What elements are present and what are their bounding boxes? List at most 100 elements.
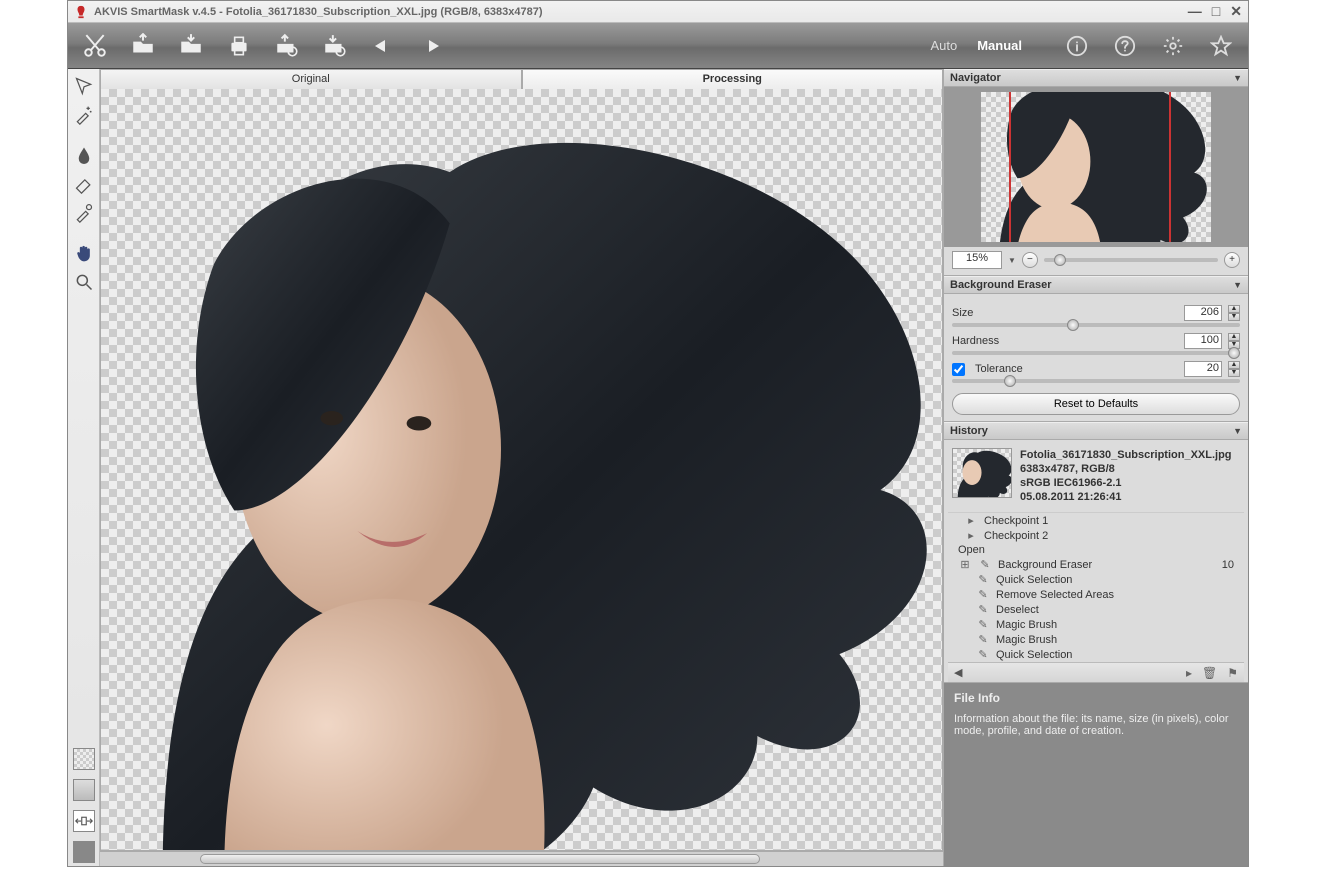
info-icon[interactable] xyxy=(1060,29,1094,63)
bg-eraser-panel: Background Eraser ▼ Size 206 ▲▼ Hardness xyxy=(944,276,1248,422)
scissors-icon[interactable] xyxy=(78,29,112,63)
tab-processing[interactable]: Processing xyxy=(522,69,944,89)
history-item[interactable]: ⊞✎Background Eraser10 xyxy=(948,557,1244,572)
history-header[interactable]: History ▼ xyxy=(944,422,1248,440)
reset-defaults-button[interactable]: Reset to Defaults xyxy=(952,393,1240,415)
undo-button[interactable] xyxy=(366,29,400,63)
flag-icon: ▸ xyxy=(964,529,978,542)
tolerance-label: Tolerance xyxy=(975,363,1039,375)
tolerance-spinner[interactable]: ▲▼ xyxy=(1228,361,1240,377)
magic-icon: ✎ xyxy=(976,618,990,631)
zoom-controls: 15% ▼ − + xyxy=(952,251,1240,269)
size-value[interactable]: 206 xyxy=(1184,305,1222,321)
zoom-in-button[interactable]: + xyxy=(1224,252,1240,268)
nav-marker-right xyxy=(1169,92,1171,242)
hardness-value[interactable]: 100 xyxy=(1184,333,1222,349)
titlebar: AKVIS SmartMask v.4.5 - Fotolia_36171830… xyxy=(68,1,1248,23)
history-item[interactable]: Open xyxy=(948,543,1244,557)
navigator-header[interactable]: Navigator ▼ xyxy=(944,69,1248,87)
close-button[interactable]: ✕ xyxy=(1230,3,1242,20)
main-toolbar: Auto Manual xyxy=(68,23,1248,69)
history-item[interactable]: ▸Checkpoint 2 xyxy=(948,528,1244,543)
open-button[interactable] xyxy=(126,29,160,63)
hardness-label: Hardness xyxy=(952,335,1016,347)
zoom-slider[interactable] xyxy=(1044,258,1218,262)
bg-color-swatch[interactable] xyxy=(73,841,95,863)
history-item[interactable]: ✎Magic Brush xyxy=(948,632,1244,647)
print-button[interactable] xyxy=(222,29,256,63)
eraser-tool[interactable] xyxy=(71,171,97,197)
quick-selection-tool[interactable] xyxy=(71,73,97,99)
canvas[interactable] xyxy=(100,89,943,851)
history-file-info: Fotolia_36171830_Subscription_XXL.jpg 63… xyxy=(948,444,1244,508)
quicksel-icon: ✎ xyxy=(976,573,990,586)
tool-strip xyxy=(68,69,100,866)
horizontal-scrollbar[interactable] xyxy=(100,851,943,866)
navigator-preview[interactable] xyxy=(944,87,1248,247)
bg-fit-swatch[interactable] xyxy=(73,810,95,832)
favorite-icon[interactable] xyxy=(1204,29,1238,63)
window-title: AKVIS SmartMask v.4.5 - Fotolia_36171830… xyxy=(94,6,543,18)
maximize-button[interactable]: □ xyxy=(1212,3,1220,20)
redo-button[interactable] xyxy=(414,29,448,63)
history-thumbnail xyxy=(952,448,1012,498)
minimize-button[interactable]: — xyxy=(1188,3,1202,20)
scrollbar-thumb[interactable] xyxy=(200,854,760,864)
history-list[interactable]: ▸Checkpoint 1 ▸Checkpoint 2 Open ⊞✎Backg… xyxy=(948,512,1244,662)
history-brush-tool[interactable] xyxy=(71,200,97,226)
tolerance-value[interactable]: 20 xyxy=(1184,361,1222,377)
history-item[interactable]: ✎Magic Brush xyxy=(948,617,1244,632)
mode-manual[interactable]: Manual xyxy=(977,38,1022,53)
size-slider[interactable] xyxy=(952,323,1240,327)
import-settings-button[interactable] xyxy=(318,29,352,63)
collapse-icon[interactable]: ▼ xyxy=(1233,73,1242,83)
tab-original[interactable]: Original xyxy=(100,69,522,89)
zoom-percent[interactable]: 15% xyxy=(952,251,1002,269)
size-spinner[interactable]: ▲▼ xyxy=(1228,305,1240,321)
help-icon[interactable] xyxy=(1108,29,1142,63)
magic-icon: ✎ xyxy=(976,633,990,646)
navigator-panel: Navigator ▼ xyxy=(944,69,1248,276)
history-footer: ◀ ▸ 🗑 ⚑ xyxy=(948,662,1244,682)
settings-icon[interactable] xyxy=(1156,29,1190,63)
magic-brush-tool[interactable] xyxy=(71,102,97,128)
zoom-tool[interactable] xyxy=(71,269,97,295)
tolerance-row: Tolerance 20 ▲▼ xyxy=(952,361,1240,377)
dropdown-icon[interactable]: ▼ xyxy=(1008,256,1016,265)
collapse-icon[interactable]: ▼ xyxy=(1233,280,1242,290)
bg-gray-swatch[interactable] xyxy=(73,779,95,801)
history-item[interactable]: ✎Deselect xyxy=(948,602,1244,617)
history-item[interactable]: ▸Checkpoint 1 xyxy=(948,513,1244,528)
file-dims: 6383x4787, RGB/8 xyxy=(1020,462,1232,476)
history-back-icon[interactable]: ◀ xyxy=(954,666,962,679)
file-name: Fotolia_36171830_Subscription_XXL.jpg xyxy=(1020,448,1232,462)
zoom-out-button[interactable]: − xyxy=(1022,252,1038,268)
expand-icon[interactable]: ⊞ xyxy=(958,558,972,571)
app-logo-icon xyxy=(74,5,88,19)
bg-eraser-header[interactable]: Background Eraser ▼ xyxy=(944,276,1248,294)
flag-icon[interactable]: ▸ xyxy=(1186,666,1192,680)
blur-tool[interactable] xyxy=(71,142,97,168)
history-title: History xyxy=(950,425,988,437)
trash-icon[interactable]: 🗑 xyxy=(1202,666,1217,680)
export-settings-button[interactable] xyxy=(270,29,304,63)
eraser-icon: ✎ xyxy=(978,558,992,571)
save-button[interactable] xyxy=(174,29,208,63)
file-date: 05.08.2011 21:26:41 xyxy=(1020,490,1232,504)
hand-tool[interactable] xyxy=(71,240,97,266)
bg-checker-swatch[interactable] xyxy=(73,748,95,770)
history-item[interactable]: ✎Quick Selection xyxy=(948,647,1244,662)
navigator-title: Navigator xyxy=(950,72,1001,84)
remove-icon: ✎ xyxy=(976,588,990,601)
hardness-slider[interactable] xyxy=(952,351,1240,355)
collapse-icon[interactable]: ▼ xyxy=(1233,426,1242,436)
window-controls: — □ ✕ xyxy=(1188,3,1242,20)
flag-icon: ▸ xyxy=(964,514,978,527)
nav-marker-left xyxy=(1009,92,1011,242)
tolerance-slider[interactable] xyxy=(952,379,1240,383)
history-item[interactable]: ✎Remove Selected Areas xyxy=(948,587,1244,602)
checkpoint-icon[interactable]: ⚑ xyxy=(1227,666,1238,680)
mode-auto[interactable]: Auto xyxy=(930,38,957,53)
history-item[interactable]: ✎Quick Selection xyxy=(948,572,1244,587)
tolerance-checkbox[interactable] xyxy=(952,363,965,376)
